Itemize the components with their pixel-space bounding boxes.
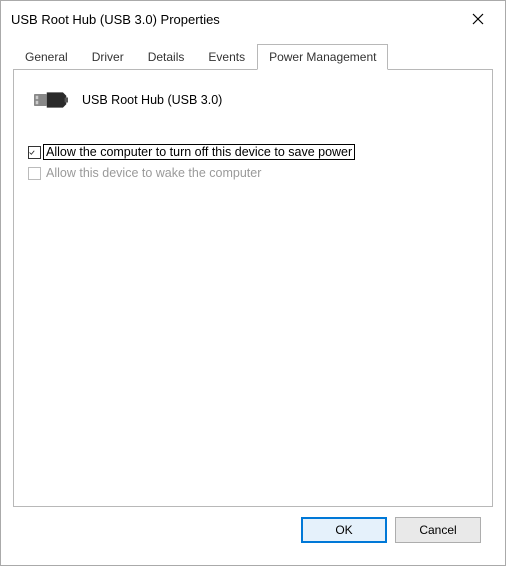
content-area: General Driver Details Events Power Mana…: [1, 37, 505, 565]
button-row: OK Cancel: [13, 507, 493, 553]
tab-panel: USB Root Hub (USB 3.0) Allow the compute…: [13, 69, 493, 507]
check-icon: [29, 148, 35, 157]
usb-plug-icon: [34, 88, 68, 112]
checkbox-power-off-label: Allow the computer to turn off this devi…: [43, 144, 355, 160]
properties-window: USB Root Hub (USB 3.0) Properties Genera…: [0, 0, 506, 566]
cancel-button[interactable]: Cancel: [395, 517, 481, 543]
checkbox-row-wake: Allow this device to wake the computer: [28, 166, 478, 180]
checkbox-wake-label: Allow this device to wake the computer: [46, 166, 261, 180]
close-button[interactable]: [463, 7, 493, 31]
tab-general[interactable]: General: [13, 44, 80, 70]
tab-details[interactable]: Details: [136, 44, 197, 70]
tab-strip: General Driver Details Events Power Mana…: [13, 43, 493, 69]
window-title: USB Root Hub (USB 3.0) Properties: [11, 12, 220, 27]
ok-button[interactable]: OK: [301, 517, 387, 543]
tab-events[interactable]: Events: [196, 44, 257, 70]
checkbox-wake: [28, 167, 41, 180]
device-name-label: USB Root Hub (USB 3.0): [82, 93, 222, 107]
tab-power-management[interactable]: Power Management: [257, 44, 388, 70]
checkbox-row-power-off[interactable]: Allow the computer to turn off this devi…: [28, 144, 478, 160]
checkbox-power-off[interactable]: [28, 146, 41, 159]
device-row: USB Root Hub (USB 3.0): [34, 88, 478, 112]
close-icon: [472, 13, 484, 25]
tab-driver[interactable]: Driver: [80, 44, 136, 70]
titlebar: USB Root Hub (USB 3.0) Properties: [1, 1, 505, 37]
